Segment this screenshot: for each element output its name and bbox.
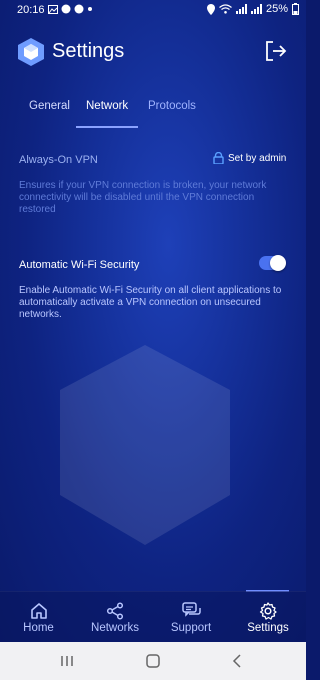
bottom-nav: Home Networks Support Settings [0, 591, 306, 642]
signal-icon-1 [235, 4, 247, 14]
wifi-security-title: Automatic Wi-Fi Security [19, 259, 140, 271]
back-icon[interactable] [229, 652, 247, 670]
active-tab-indicator [76, 126, 138, 128]
nav-support-label: Support [170, 621, 212, 634]
battery-icon [292, 3, 299, 15]
nav-networks[interactable]: Networks [77, 592, 153, 642]
wifi-security-description: Enable Automatic Wi-Fi Security on all c… [19, 285, 282, 320]
recent-apps-icon[interactable] [58, 652, 76, 670]
wifi-status-icon [219, 4, 232, 14]
share-icon [106, 601, 124, 620]
whatsapp-icon [61, 4, 71, 14]
always-on-vpn-title: Always-On VPN [19, 154, 98, 166]
gear-icon [259, 601, 277, 620]
lock-icon [213, 152, 224, 164]
nav-networks-label: Networks [91, 621, 139, 634]
status-right: 25% [206, 3, 299, 15]
background-logo-watermark [60, 345, 230, 545]
logout-icon[interactable] [265, 40, 287, 62]
gallery-icon [48, 4, 58, 14]
tab-general[interactable]: General [29, 100, 70, 112]
battery-level: 25% [265, 3, 288, 15]
app-logo-icon [18, 38, 44, 66]
set-by-admin-label: Set by admin [228, 152, 287, 164]
toggle-knob [270, 255, 286, 271]
set-by-admin-badge: Set by admin [213, 152, 286, 164]
nav-support[interactable]: Support [153, 592, 229, 642]
wifi-security-toggle[interactable] [259, 255, 286, 271]
notification-icons [48, 4, 93, 14]
app-screen: 20:16 25% Settings General Network Proto… [0, 0, 306, 642]
signal-icon-2 [250, 4, 262, 14]
status-time: 20:16 [17, 4, 45, 16]
system-nav-bar [0, 642, 306, 680]
nav-home-label: Home [23, 621, 54, 634]
status-bar: 20:16 25% [0, 0, 306, 20]
home-icon [30, 602, 47, 619]
always-on-vpn-description: Ensures if your VPN connection is broken… [19, 180, 267, 215]
nav-settings-label: Settings [247, 621, 289, 634]
chat-icon [181, 601, 201, 617]
nav-settings[interactable]: Settings [246, 592, 290, 642]
page-title: Settings [52, 40, 125, 62]
nav-home[interactable]: Home [0, 592, 77, 642]
home-button-icon[interactable] [144, 652, 162, 670]
tab-protocols[interactable]: Protocols [148, 100, 196, 112]
dot-icon [88, 7, 92, 11]
location-icon [206, 3, 215, 15]
messenger-icon [74, 4, 84, 14]
tab-network[interactable]: Network [86, 100, 128, 112]
